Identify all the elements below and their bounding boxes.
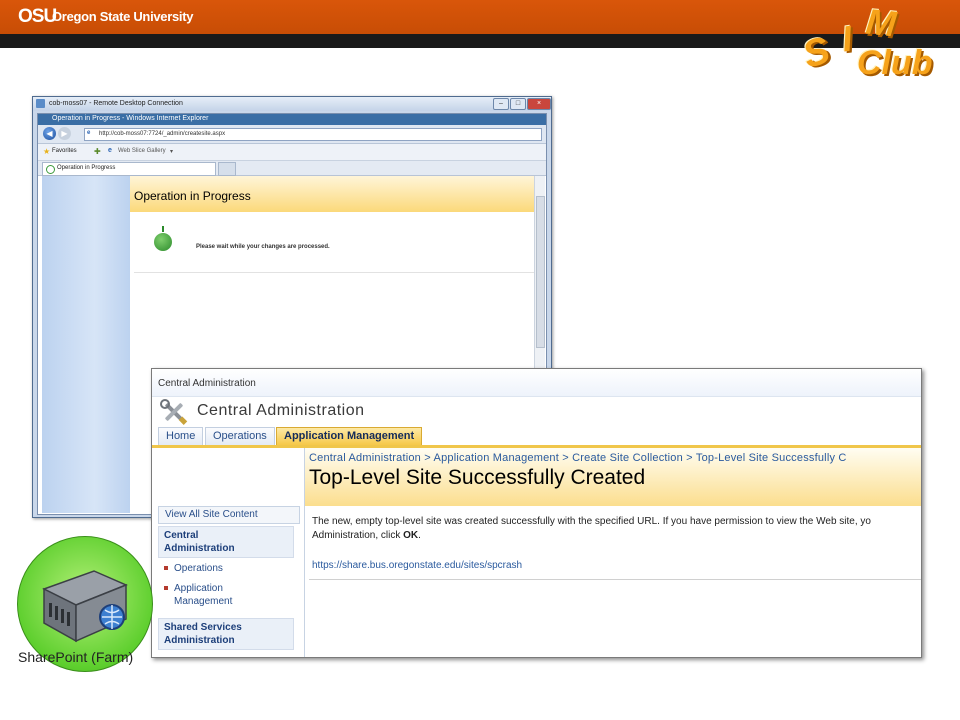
server-icon [42,570,128,643]
back-arrow-icon[interactable]: ◀ [43,127,56,140]
description-line-1: The new, empty top-level site was create… [312,516,871,527]
sharepoint-left-panel [42,176,130,513]
web-slice-gallery-link[interactable]: Web Slice Gallery [118,148,166,154]
address-text: http://cob-moss07:7724/_admin/createsite… [99,131,226,137]
close-button[interactable]: × [527,98,551,110]
university-name: Oregon State University [52,9,194,24]
sim-club-logo-club: Club [857,44,933,82]
loading-icon [46,165,55,174]
divider [134,272,534,273]
nav-heading-line: Administration [164,543,235,554]
operation-message: Please wait while your changes are proce… [196,244,330,250]
tools-icon [160,399,188,425]
sp-header: Central Administration [152,397,921,427]
minimize-button[interactable]: – [493,98,509,110]
bullet-icon [164,566,168,570]
nav-item-application-management-line2[interactable]: Management [174,595,232,608]
farm-label: SharePoint (Farm) [18,649,134,665]
rdp-title-text: cob-moss07 - Remote Desktop Connection [49,100,183,107]
description-prefix: Administration, click [312,530,404,541]
breadcrumb[interactable]: Central Administration > Application Man… [309,452,847,464]
nav-item-operations[interactable]: Operations [174,562,223,575]
favorites-button[interactable]: Favorites [52,148,77,154]
bullet-icon [164,586,168,590]
favorites-bar: ★ Favorites ✚ e Web Slice Gallery ▾ [38,144,546,161]
ie-title-text: Operation in Progress - Windows Internet… [52,115,209,122]
ie-navigation-bar: ◀ ▶ e http://cob-moss07:7724/_admin/crea… [38,125,546,144]
description-suffix: . [418,530,421,541]
tab-operation-in-progress[interactable]: Operation in Progress [42,162,216,176]
sp-quick-launch: View All Site Content Central Administra… [152,448,305,657]
favorites-star-icon: ★ [43,147,51,156]
success-description: The new, empty top-level site was create… [312,515,921,543]
tab-operations[interactable]: Operations [205,427,275,445]
address-bar[interactable]: e http://cob-moss07:7724/_admin/createsi… [84,128,542,141]
rdp-title-bar[interactable]: cob-moss07 - Remote Desktop Connection –… [33,97,551,111]
sp-title-band: Central Administration > Application Man… [305,448,921,506]
ie-page-icon: e [87,130,91,136]
page-title: Top-Level Site Successfully Created [309,466,646,489]
operation-banner: Operation in Progress [130,176,534,212]
view-all-site-content-link[interactable]: View All Site Content [158,506,300,524]
sp-top-bar: Central Administration [152,369,921,397]
progress-indicator-stem [162,226,164,232]
forward-arrow-icon[interactable]: ▶ [58,127,71,140]
nav-heading-shared-services[interactable]: Shared Services Administration [158,618,294,650]
chevron-down-icon[interactable]: ▾ [170,148,173,155]
rdp-app-icon [36,99,45,108]
new-tab-button[interactable] [218,162,236,176]
description-line-2: Administration, click OK. [312,529,921,543]
tab-application-management[interactable]: Application Management [276,427,423,445]
nav-heading-line: Shared Services [164,622,242,633]
divider [309,579,921,580]
ie-tab-strip: Operation in Progress [38,161,546,176]
tab-home[interactable]: Home [158,427,204,445]
progress-ball-icon [154,233,172,251]
sp-main-content: Central Administration > Application Man… [305,448,921,657]
ok-emphasis: OK [403,530,419,541]
tab-label: Operation in Progress [57,165,116,171]
sim-club-logo-m: M [863,0,899,45]
nav-heading-central-administration[interactable]: Central Administration [158,526,294,558]
nav-heading-line: Administration [164,635,235,646]
sharepoint-central-admin-window: Central Administration Central Administr… [151,368,922,658]
web-slice-icon: e [108,147,112,154]
nav-item-application-management[interactable]: Application [174,582,223,595]
sp-app-title: Central Administration [197,402,365,419]
scrollbar-thumb[interactable] [536,196,545,348]
nav-heading-line: Central [164,530,199,541]
sp-top-nav: Home Operations Application Management [152,425,921,448]
new-site-url-link[interactable]: https://share.bus.oregonstate.edu/sites/… [312,560,522,571]
ie-title-bar[interactable]: Operation in Progress - Windows Internet… [38,114,546,125]
add-favorite-icon[interactable]: ✚ [94,147,101,156]
operation-heading: Operation in Progress [134,189,251,203]
sp-site-name[interactable]: Central Administration [158,378,256,389]
maximize-button[interactable]: □ [510,98,526,110]
osu-logo: OSU [18,6,57,27]
